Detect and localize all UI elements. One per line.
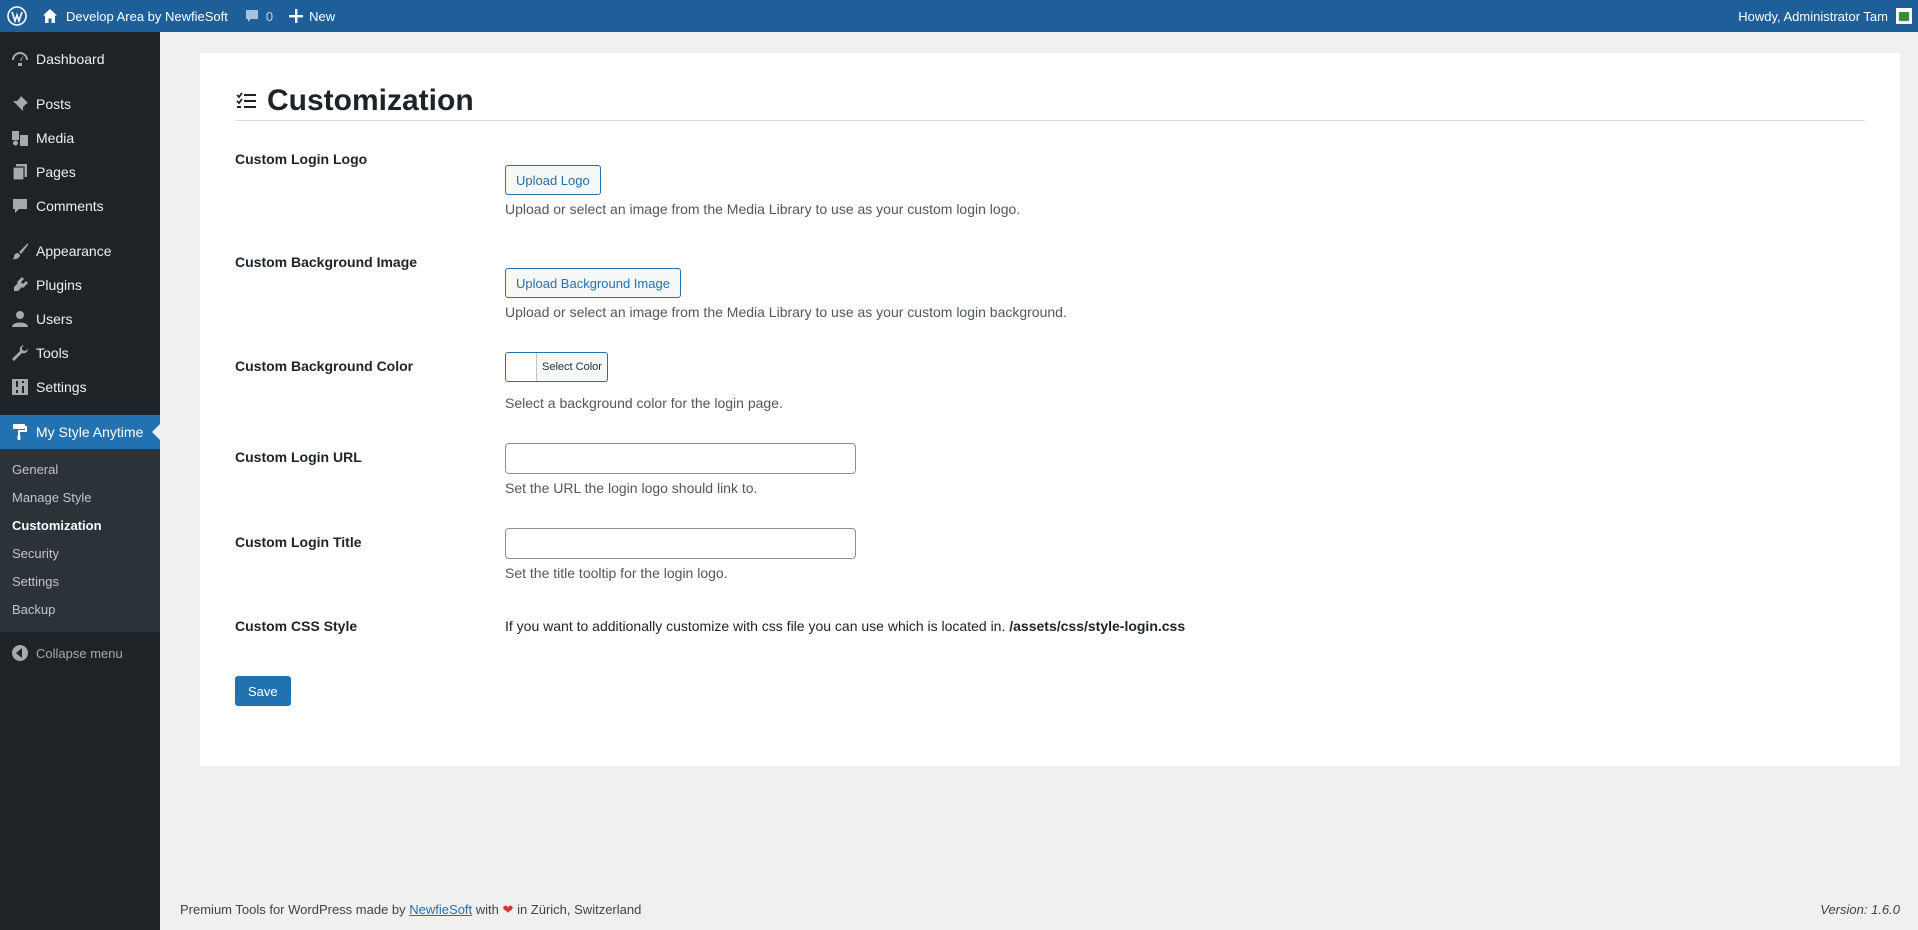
comment-icon	[10, 196, 30, 216]
my-account-link[interactable]: Howdy, Administrator Tam	[1730, 0, 1918, 32]
collapse-menu-button[interactable]: Collapse menu	[0, 636, 160, 670]
custom-login-logo-description: Upload or select an image from the Media…	[505, 201, 1021, 217]
submenu-item-backup[interactable]: Backup	[0, 596, 160, 624]
submenu-item-settings[interactable]: Settings	[0, 568, 160, 596]
save-button[interactable]: Save	[235, 676, 291, 706]
sidebar-item-label: Posts	[36, 96, 72, 112]
admin-sidebar: Dashboard Posts Media Pages Comments App…	[0, 32, 160, 930]
sidebar-item-label: Pages	[36, 164, 76, 180]
sidebar-item-label: Dashboard	[36, 51, 105, 67]
submenu-item-manage-style[interactable]: Manage Style	[0, 484, 160, 512]
new-content-link[interactable]: New	[281, 0, 343, 32]
custom-background-image-description: Upload or select an image from the Media…	[505, 304, 1067, 320]
custom-login-title-description: Set the title tooltip for the login logo…	[505, 565, 728, 581]
sidebar-item-appearance[interactable]: Appearance	[0, 234, 160, 268]
wrench-icon	[10, 343, 30, 363]
custom-background-color-label: Custom Background Color	[235, 358, 414, 374]
custom-login-logo-label: Custom Login Logo	[235, 151, 368, 167]
version-text: Version: 1.6.0	[1820, 902, 1900, 917]
sidebar-item-label: Media	[36, 130, 75, 146]
footer-suffix: in Zürich, Switzerland	[517, 902, 642, 917]
custom-background-color-description: Select a background color for the login …	[505, 395, 783, 411]
site-name: Develop Area by NewfieSoft	[66, 8, 228, 24]
select-color-label: Select Color	[542, 361, 602, 373]
upload-logo-button[interactable]: Upload Logo	[505, 165, 601, 195]
pages-icon	[10, 162, 30, 182]
sidebar-item-label: Settings	[36, 379, 87, 395]
sidebar-item-posts[interactable]: Posts	[0, 87, 160, 121]
heart-icon: ❤	[502, 902, 514, 917]
sidebar-item-label: My Style Anytime	[36, 424, 144, 440]
media-icon	[10, 128, 30, 148]
pin-icon	[10, 94, 30, 114]
color-swatch	[506, 353, 537, 381]
footer-prefix: Premium Tools for WordPress made by	[180, 902, 406, 917]
plus-icon	[289, 9, 304, 23]
submenu-item-security[interactable]: Security	[0, 540, 160, 568]
page-heading: Customization	[235, 81, 1865, 121]
settings-icon	[10, 377, 30, 397]
admin-bar: Develop Area by NewfieSoft 0 New Howdy, …	[0, 0, 1918, 32]
new-label: New	[309, 8, 336, 24]
custom-background-image-label: Custom Background Image	[235, 254, 418, 270]
site-name-link[interactable]: Develop Area by NewfieSoft	[34, 0, 236, 32]
user-icon	[10, 309, 30, 329]
submenu-item-general[interactable]: General	[0, 456, 160, 484]
sidebar-item-label: Tools	[36, 345, 69, 361]
sidebar-item-users[interactable]: Users	[0, 302, 160, 336]
sidebar-item-label: Comments	[36, 198, 104, 214]
custom-login-url-input[interactable]	[505, 443, 856, 474]
sidebar-item-tools[interactable]: Tools	[0, 336, 160, 370]
submenu-item-customization[interactable]: Customization	[0, 512, 160, 540]
sidebar-item-label: Plugins	[36, 277, 82, 293]
newfiesoft-link[interactable]: NewfieSoft	[409, 902, 472, 917]
sidebar-item-pages[interactable]: Pages	[0, 155, 160, 189]
sidebar-item-comments[interactable]: Comments	[0, 189, 160, 223]
collapse-arrow-icon	[10, 643, 30, 663]
wordpress-logo-icon[interactable]	[0, 0, 34, 32]
footer-with: with	[475, 902, 499, 917]
comments-link[interactable]: 0	[236, 0, 281, 32]
custom-login-url-description: Set the URL the login logo should link t…	[505, 480, 758, 496]
checklist-icon	[235, 90, 257, 112]
footer-credit: Premium Tools for WordPress made by Newf…	[180, 902, 641, 918]
sidebar-item-label: Users	[36, 311, 73, 327]
sidebar-item-dashboard[interactable]: Dashboard	[0, 42, 160, 76]
page-title: Customization	[267, 83, 474, 117]
sidebar-item-my-style-anytime[interactable]: My Style Anytime	[0, 415, 160, 449]
sidebar-item-plugins[interactable]: Plugins	[0, 268, 160, 302]
css-file-path: /assets/css/style-login.css	[1009, 618, 1186, 634]
sidebar-item-media[interactable]: Media	[0, 121, 160, 155]
settings-panel: Customization Custom Login Logo Upload L…	[200, 53, 1900, 766]
color-picker-button[interactable]: Select Color	[505, 352, 608, 382]
custom-login-title-label: Custom Login Title	[235, 534, 362, 550]
submenu: General Manage Style Customization Secur…	[0, 449, 160, 632]
sidebar-item-label: Appearance	[36, 243, 112, 259]
custom-css-style-text: If you want to additionally customize wi…	[505, 618, 1185, 634]
dashboard-icon	[10, 49, 30, 69]
sidebar-item-settings[interactable]: Settings	[0, 370, 160, 404]
custom-login-title-input[interactable]	[505, 528, 856, 559]
greeting: Howdy, Administrator Tam	[1738, 8, 1888, 24]
home-icon	[42, 8, 58, 24]
comments-count: 0	[265, 8, 274, 24]
brush-icon	[10, 241, 30, 261]
avatar	[1896, 8, 1912, 24]
custom-login-url-label: Custom Login URL	[235, 449, 362, 465]
custom-css-style-label: Custom CSS Style	[235, 618, 358, 634]
plug-icon	[10, 275, 30, 295]
collapse-label: Collapse menu	[36, 645, 123, 661]
comment-bubble-icon	[244, 8, 260, 24]
paint-roller-icon	[10, 422, 30, 442]
upload-background-image-button[interactable]: Upload Background Image	[505, 268, 681, 298]
css-hint-text: If you want to additionally customize wi…	[505, 618, 1006, 634]
